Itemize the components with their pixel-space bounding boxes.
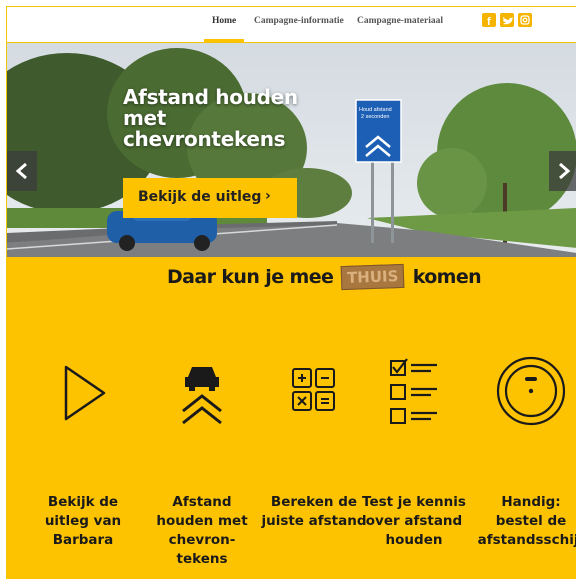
top-navigation: Home Campagne-informatie Campagne-materi… <box>7 7 576 43</box>
section-headline: Daar kun je mee THUIS komen <box>167 263 482 293</box>
chevron-right-icon: › <box>265 188 271 204</box>
page-frame: Home Campagne-informatie Campagne-materi… <box>6 6 576 579</box>
bekijk-uitleg-button[interactable]: Bekijk de uitleg › <box>123 178 297 218</box>
svg-text:f: f <box>487 16 491 27</box>
nav-home[interactable]: Home <box>212 16 236 26</box>
feature-label: Test je kennis over afstand houden <box>362 494 466 548</box>
active-nav-indicator <box>204 39 244 42</box>
nav-campagne-materiaal[interactable]: Campagne-materiaal <box>357 16 443 26</box>
sign-text: Houd afstand <box>359 107 392 113</box>
disc-icon <box>496 356 566 426</box>
feature-label: Handig: bestel de afstandsschijf <box>477 494 576 548</box>
play-icon <box>64 365 106 421</box>
chevron-left-icon <box>15 162 27 180</box>
instagram-icon[interactable] <box>518 13 532 27</box>
hero-button-label: Bekijk de uitleg <box>138 189 262 205</box>
hero-title: Afstand houden met chevrontekens <box>123 85 298 151</box>
headline-text-after: komen <box>412 266 482 288</box>
twitter-icon[interactable] <box>500 13 514 27</box>
checklist-icon <box>390 358 437 424</box>
feature-label: Bereken de juiste afstand <box>261 494 367 529</box>
svg-text:2 seconden: 2 seconden <box>361 114 389 120</box>
carousel-next-button[interactable] <box>549 151 576 191</box>
feature-label: Bekijk de uitleg van Barbara <box>44 494 122 548</box>
hero-photo: Houd afstand 2 seconden <box>7 43 576 257</box>
facebook-icon[interactable]: f <box>482 13 496 27</box>
carousel-prev-button[interactable] <box>7 151 37 191</box>
thuis-badge: THUIS <box>340 263 406 291</box>
car-chevron-icon <box>182 367 222 425</box>
calculator-icon <box>292 368 335 411</box>
nav-campagne-informatie[interactable]: Campagne-informatie <box>254 16 344 26</box>
feature-label: Afstand houden met chevron-tekens <box>156 494 248 567</box>
chevron-right-icon <box>559 162 571 180</box>
headline-text-before: Daar kun je mee <box>167 266 334 288</box>
hero-banner: Houd afstand 2 seconden Afstand houden m… <box>7 43 576 257</box>
